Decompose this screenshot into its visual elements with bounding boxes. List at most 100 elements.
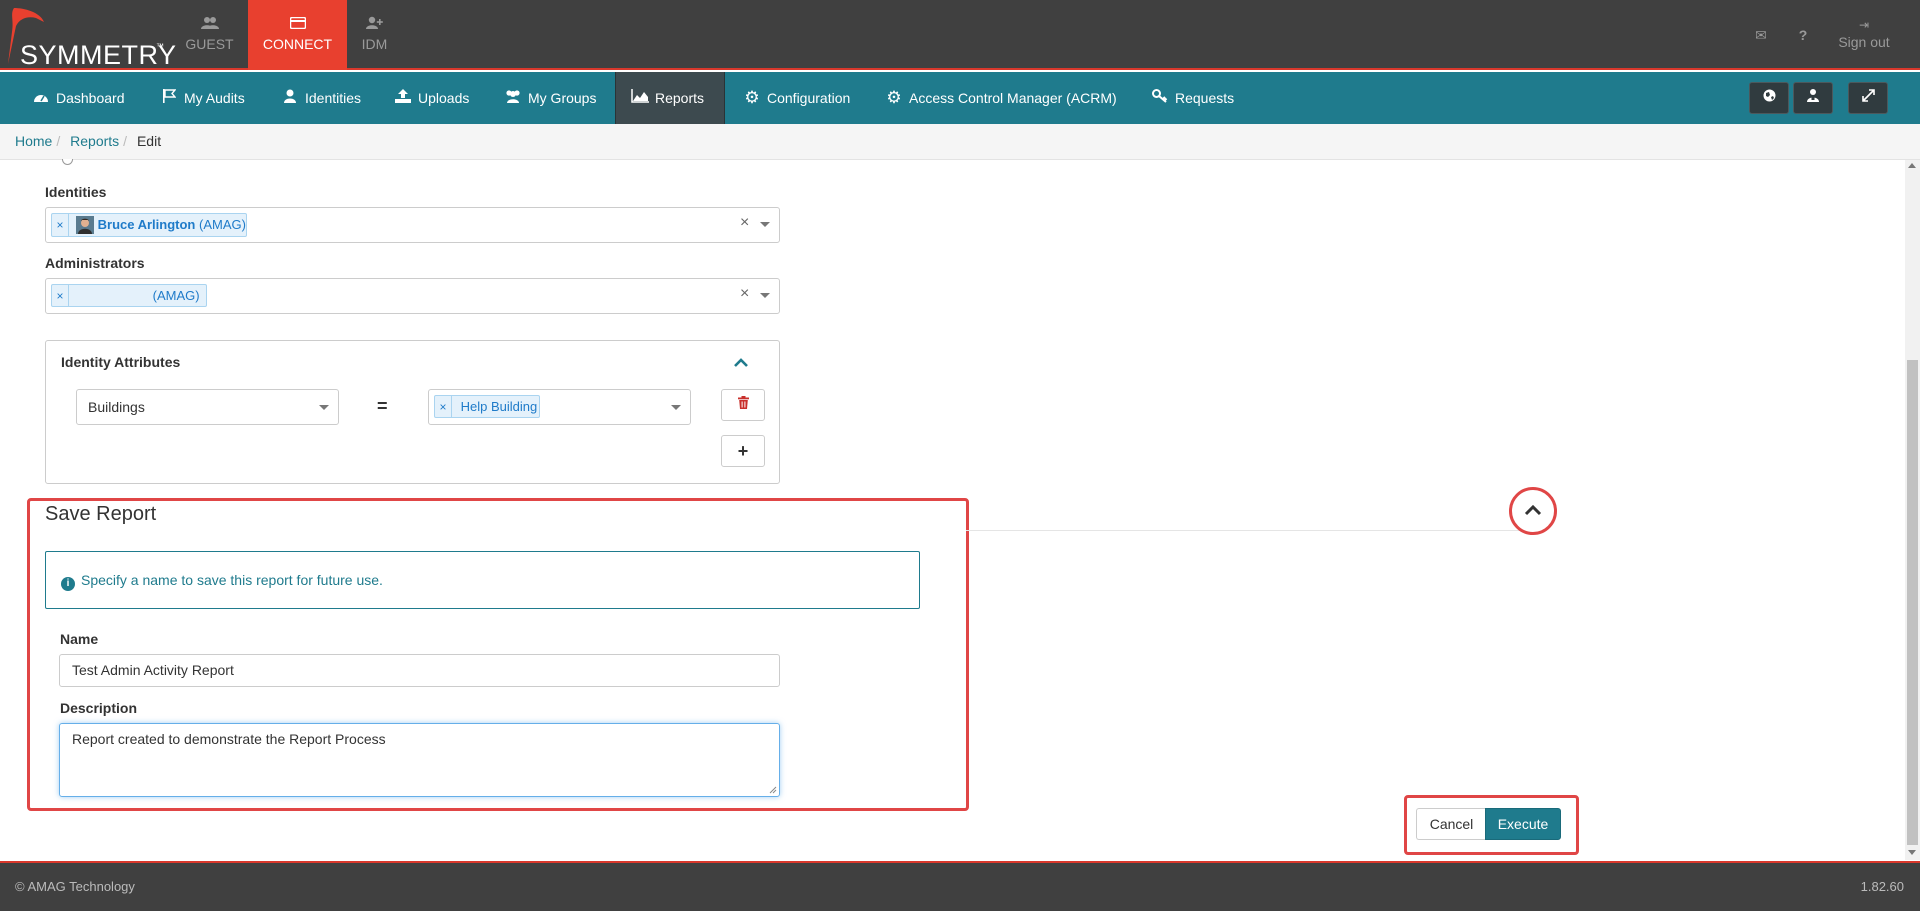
plus-icon: + xyxy=(737,441,749,461)
nav-my-groups[interactable]: My Groups xyxy=(504,72,596,124)
nav-uploads-label: Uploads xyxy=(418,90,470,106)
save-report-info-text: Specify a name to save this report for f… xyxy=(81,572,383,588)
sign-out-button[interactable]: ⇥ Sign out xyxy=(1832,0,1896,70)
nav-reports[interactable]: Reports xyxy=(615,72,725,124)
name-input[interactable]: Test Admin Activity Report xyxy=(59,654,780,687)
user-lock-button[interactable] xyxy=(1793,82,1833,114)
globe-button[interactable] xyxy=(1749,82,1789,114)
sign-out-icon: ⇥ xyxy=(1858,18,1870,32)
footer-version: 1.82.60 xyxy=(1860,879,1904,894)
user-icon xyxy=(281,72,299,124)
nav-identities-label: Identities xyxy=(305,90,362,106)
scroll-up-icon[interactable] xyxy=(1908,163,1916,168)
administrators-select[interactable]: × (AMAG) × xyxy=(45,278,780,314)
save-report-title: Save Report xyxy=(45,503,157,525)
top-tab-idm-label: IDM xyxy=(361,36,388,52)
help-icon[interactable]: ? xyxy=(1792,0,1814,70)
main-nav: Dashboard My Audits Identities Uploads M… xyxy=(0,72,1920,124)
identity-tag-org: (AMAG) xyxy=(199,217,246,232)
administrator-tag[interactable]: × (AMAG) xyxy=(51,284,207,307)
nav-uploads[interactable]: Uploads xyxy=(394,72,469,124)
nav-configuration[interactable]: ⚙ Configuration xyxy=(743,72,850,124)
nav-requests-label: Requests xyxy=(1175,90,1235,106)
execute-button[interactable]: Execute xyxy=(1485,808,1561,840)
users-icon xyxy=(160,16,259,34)
remove-tag-icon[interactable]: × xyxy=(52,214,69,236)
nav-identities[interactable]: Identities xyxy=(281,72,361,124)
group-icon xyxy=(504,72,522,124)
mail-icon[interactable]: ✉ xyxy=(1750,0,1772,70)
dashboard-icon xyxy=(32,72,50,124)
fullscreen-button[interactable] xyxy=(1848,82,1888,114)
top-tab-idm[interactable]: IDM xyxy=(325,0,424,70)
collapse-section-button[interactable] xyxy=(1509,487,1557,535)
nav-dashboard-label: Dashboard xyxy=(56,90,125,106)
chevron-down-icon xyxy=(319,405,329,410)
attribute-select[interactable]: Buildings xyxy=(76,389,339,425)
administrators-label: Administrators xyxy=(45,255,145,271)
cancel-button[interactable]: Cancel xyxy=(1416,808,1486,840)
remove-tag-icon[interactable]: × xyxy=(52,285,69,307)
expand-icon xyxy=(1861,89,1875,102)
save-report-info: i Specify a name to save this report for … xyxy=(45,551,920,609)
gear-icon: ⚙ xyxy=(744,88,760,107)
nav-acrm[interactable]: ⚙ Access Control Manager (ACRM) xyxy=(885,72,1116,124)
page-scrollbar[interactable] xyxy=(1905,160,1920,860)
footer: © AMAG Technology 1.82.60 xyxy=(0,861,1920,911)
top-tab-guest[interactable]: GUEST xyxy=(160,0,259,70)
add-attribute-button[interactable]: + xyxy=(721,435,765,467)
attribute-select-value: Buildings xyxy=(88,399,145,415)
nav-configuration-label: Configuration xyxy=(767,90,851,106)
breadcrumb-home[interactable]: Home xyxy=(15,133,52,149)
globe-icon xyxy=(1763,89,1775,102)
attribute-value-tag-label: Help Building xyxy=(460,399,538,414)
nav-my-audits-label: My Audits xyxy=(184,90,245,106)
trash-icon xyxy=(737,396,749,409)
scroll-thumb[interactable] xyxy=(1907,360,1918,845)
symmetry-logo[interactable]: SYMMETRY ™ xyxy=(6,6,176,70)
description-textarea[interactable]: Report created to demonstrate the Report… xyxy=(59,723,780,797)
identity-tag[interactable]: × Bruce Arlington (AMAG) xyxy=(51,213,247,237)
sign-out-label: Sign out xyxy=(1838,34,1890,50)
footer-copyright: © AMAG Technology xyxy=(15,879,135,894)
user-plus-icon xyxy=(325,16,424,34)
identity-tag-name: Bruce Arlington xyxy=(97,217,196,232)
description-label: Description xyxy=(60,700,138,716)
upload-icon xyxy=(394,72,412,124)
nav-my-groups-label: My Groups xyxy=(528,90,597,106)
identity-attributes-panel: Identity Attributes Buildings = × Help B… xyxy=(45,340,780,484)
avatar xyxy=(75,216,94,234)
resize-handle-icon[interactable] xyxy=(769,786,777,794)
clear-icon[interactable]: × xyxy=(740,285,749,303)
logo-text: SYMMETRY xyxy=(20,40,177,70)
chevron-up-icon[interactable] xyxy=(734,355,748,371)
remove-tag-icon[interactable]: × xyxy=(435,396,452,418)
admin-tag-org: (AMAG) xyxy=(152,288,200,303)
info-icon: i xyxy=(61,577,75,591)
attribute-value-tag[interactable]: × Help Building xyxy=(434,395,540,418)
chevron-down-icon xyxy=(671,405,681,410)
chevron-up-icon xyxy=(1524,504,1542,516)
attribute-value-select[interactable]: × Help Building xyxy=(428,389,691,425)
user-secret-icon xyxy=(1807,89,1819,102)
chevron-down-icon[interactable] xyxy=(760,222,770,227)
nav-dashboard[interactable]: Dashboard xyxy=(32,72,125,124)
chevron-down-icon[interactable] xyxy=(760,293,770,298)
area-chart-icon xyxy=(631,72,649,124)
nav-requests[interactable]: Requests xyxy=(1151,72,1234,124)
scroll-down-icon[interactable] xyxy=(1908,850,1916,855)
identities-label: Identities xyxy=(45,184,107,200)
operator-equals: = xyxy=(377,396,388,416)
gear-icon: ⚙ xyxy=(886,88,902,107)
breadcrumb-reports[interactable]: Reports xyxy=(70,133,119,149)
clear-icon[interactable]: × xyxy=(740,214,749,232)
identity-attributes-title: Identity Attributes xyxy=(61,354,181,370)
top-bar: SYMMETRY ™ GUEST CONNECT IDM ✉ ? ⇥ Sign … xyxy=(0,0,1920,70)
nav-reports-label: Reports xyxy=(655,90,705,106)
delete-attribute-button[interactable] xyxy=(721,389,765,421)
identities-select[interactable]: × Bruce Arlington (AMAG) × xyxy=(45,207,780,243)
key-icon xyxy=(1151,72,1169,124)
nav-my-audits[interactable]: My Audits xyxy=(160,72,245,124)
breadcrumb: Home / Reports / Edit xyxy=(0,124,1920,160)
flag-icon xyxy=(160,72,178,124)
